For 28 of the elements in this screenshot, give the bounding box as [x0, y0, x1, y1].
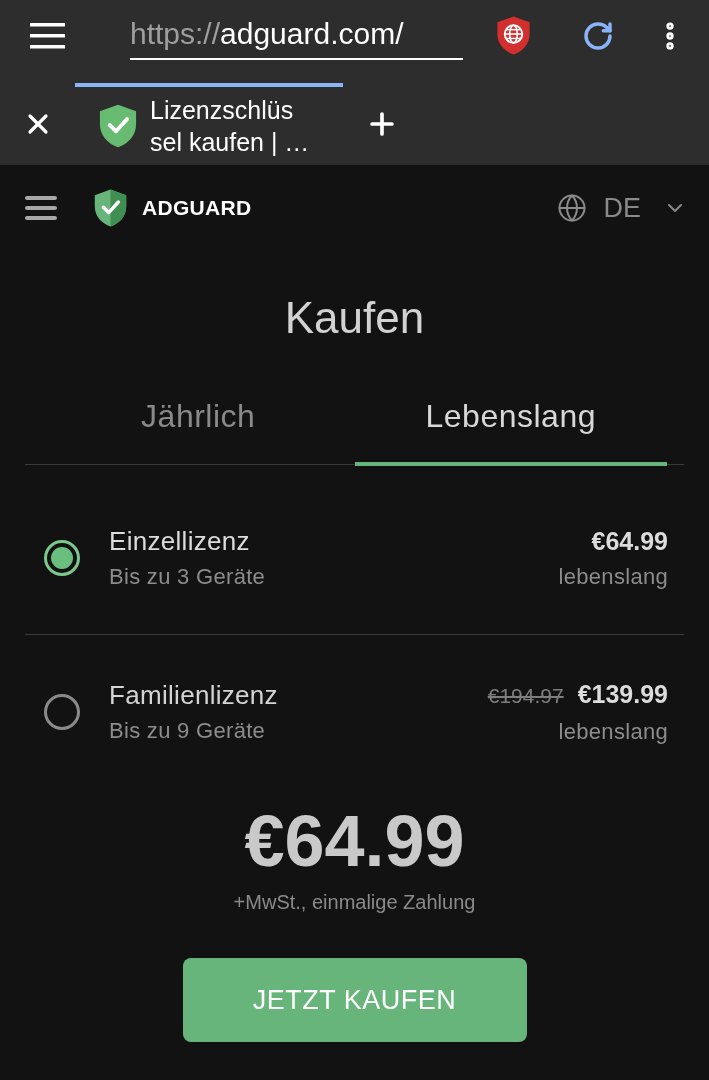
license-term: lebenslang [558, 718, 668, 746]
device-count: Bis zu 3 Geräte [109, 563, 266, 591]
shield-globe-icon[interactable] [495, 15, 532, 56]
license-term: lebenslang [558, 563, 668, 591]
license-price: €64.99 [591, 526, 668, 557]
menu-icon[interactable] [25, 196, 57, 220]
address-field[interactable]: https://adguard.com/ [130, 11, 463, 60]
shield-check-logo-icon[interactable] [93, 188, 128, 228]
browser-tab[interactable]: Lizenzschlüs sel kaufen | … [75, 83, 343, 165]
tax-note: +MwSt., einmalige Zahlung [232, 890, 477, 915]
radio-button[interactable] [44, 694, 80, 730]
plan-tab[interactable]: Jährlich [42, 370, 355, 466]
original-price: €194.97 [487, 683, 564, 709]
radio-button[interactable] [44, 540, 80, 576]
reload-icon[interactable] [582, 19, 614, 52]
license-name: Familienlizenz [109, 679, 278, 712]
plan-tab[interactable]: Lebenslang [354, 370, 667, 466]
license-name: Einzellizenz [109, 525, 251, 558]
globe-icon[interactable] [557, 193, 588, 223]
device-count: Bis zu 9 Geräte [109, 717, 267, 745]
tab-title: Lizenzschlüs [150, 95, 295, 126]
menu-icon[interactable] [30, 22, 65, 49]
total-price: €64.99 [243, 801, 466, 881]
language-selector[interactable]: DE [603, 187, 641, 229]
brand-name[interactable]: ADGUARD [142, 192, 252, 224]
license-price: €139.99 [577, 679, 668, 710]
page-title: Kaufen [283, 292, 426, 344]
tab-title: sel kaufen | … [150, 127, 310, 158]
